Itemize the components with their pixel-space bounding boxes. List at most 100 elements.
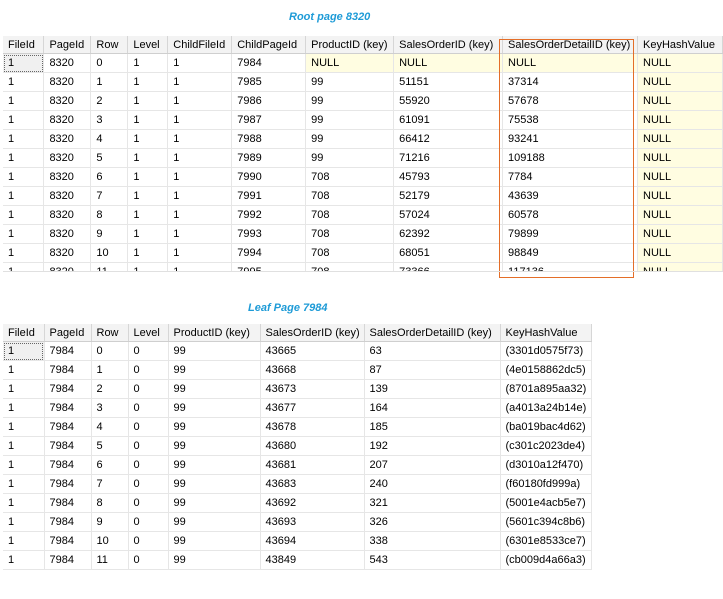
leaf-table-cell[interactable]: (d3010a12f470) — [500, 455, 592, 475]
leaf-table-cell[interactable]: 43849 — [260, 550, 365, 570]
leaf-table-cell[interactable]: 1 — [3, 531, 45, 551]
root-table-cell[interactable]: 99 — [305, 110, 395, 130]
root-table-cell[interactable]: NULL — [305, 53, 395, 73]
root-table-row[interactable]: 1 8320 0 1 1 7984 NULL NULL NULL NULL — [3, 53, 723, 73]
leaf-table-cell[interactable]: 1 — [3, 417, 45, 437]
root-table-cell[interactable]: 8320 — [43, 129, 92, 149]
root-table-cell[interactable]: 3 — [90, 110, 129, 130]
leaf-table-row[interactable]: 1 7984 5 0 99 43680 192 (c301c2023de4) — [3, 436, 592, 456]
leaf-table-cell[interactable]: 7 — [91, 474, 129, 494]
root-table-cell[interactable]: 1 — [3, 129, 45, 149]
leaf-table-cell[interactable]: 1 — [3, 493, 45, 513]
leaf-table-cell[interactable]: (ba019bac4d62) — [500, 417, 592, 437]
root-table-cell[interactable]: NULL — [637, 224, 723, 244]
leaf-table-cell[interactable]: 7984 — [44, 379, 92, 399]
root-table-cell[interactable]: NULL — [637, 205, 723, 225]
root-table-cell[interactable]: 1 — [3, 262, 45, 271]
root-results-grid[interactable]: FileId PageId Row Level ChildFileId ChildPage… — [3, 36, 723, 271]
leaf-table-cell[interactable]: 0 — [128, 360, 169, 380]
root-table-cell[interactable]: 8320 — [43, 262, 92, 271]
root-table-cell[interactable]: 1 — [90, 72, 129, 92]
root-table-cell[interactable]: 8320 — [43, 110, 92, 130]
root-table-cell[interactable]: NULL — [637, 72, 723, 92]
root-table-cell[interactable]: 1 — [3, 72, 45, 92]
root-table-cell[interactable]: 1 — [3, 167, 45, 187]
root-table-cell[interactable]: 7994 — [231, 243, 307, 263]
leaf-column-header[interactable]: Row — [91, 324, 129, 342]
root-table-cell[interactable]: 1 — [127, 205, 169, 225]
root-table-cell[interactable]: 99 — [305, 91, 395, 111]
leaf-table-row[interactable]: 1 7984 8 0 99 43692 321 (5001e4acb5e7) — [3, 493, 592, 513]
root-column-header[interactable]: ChildPageId — [231, 36, 307, 54]
leaf-table-cell[interactable]: 1 — [3, 341, 45, 361]
root-table-cell[interactable]: 1 — [167, 205, 233, 225]
leaf-table-cell[interactable]: (6301e8533ce7) — [500, 531, 592, 551]
leaf-results-grid[interactable]: FileId PageId Row Level ProductID (key) Sales… — [3, 324, 596, 576]
leaf-table-cell[interactable]: 3 — [91, 398, 129, 418]
root-table-cell[interactable]: NULL — [637, 262, 723, 271]
leaf-table-cell[interactable]: 43678 — [260, 417, 365, 437]
leaf-table-cell[interactable]: 99 — [168, 436, 261, 456]
root-table-cell[interactable]: 7784 — [502, 167, 638, 187]
root-table-cell[interactable]: NULL — [637, 110, 723, 130]
root-table-cell[interactable]: 1 — [3, 110, 45, 130]
leaf-table-cell[interactable]: 0 — [128, 341, 169, 361]
leaf-column-header[interactable]: Level — [128, 324, 169, 342]
root-table-cell[interactable]: 52179 — [393, 186, 504, 206]
root-table-cell[interactable]: 8320 — [43, 53, 92, 73]
root-table-cell[interactable]: 37314 — [502, 72, 638, 92]
root-table-cell[interactable]: 1 — [127, 72, 169, 92]
root-table-row[interactable]: 1 8320 2 1 1 7986 99 55920 57678 NULL — [3, 91, 723, 111]
root-table-cell[interactable]: 8320 — [43, 205, 92, 225]
leaf-table-cell[interactable]: 1 — [3, 455, 45, 475]
leaf-table-cell[interactable]: 8 — [91, 493, 129, 513]
leaf-table-cell[interactable]: 0 — [128, 493, 169, 513]
root-table-cell[interactable]: 1 — [167, 72, 233, 92]
leaf-table-row[interactable]: 1 7984 3 0 99 43677 164 (a4013a24b14e) — [3, 398, 592, 418]
root-table-cell[interactable]: 1 — [167, 53, 233, 73]
root-table-cell[interactable]: 8320 — [43, 72, 92, 92]
leaf-table-cell[interactable]: 321 — [364, 493, 501, 513]
root-table-row[interactable]: 1 8320 4 1 1 7988 99 66412 93241 NULL — [3, 129, 723, 149]
leaf-table-cell[interactable]: 7984 — [44, 436, 92, 456]
root-table-cell[interactable]: 7995 — [231, 262, 307, 271]
leaf-table-row[interactable]: 1 7984 1 0 99 43668 87 (4e0158862dc5) — [3, 360, 592, 380]
leaf-table-cell[interactable]: 192 — [364, 436, 501, 456]
leaf-table-cell[interactable]: 43673 — [260, 379, 365, 399]
leaf-table-cell[interactable]: 63 — [364, 341, 501, 361]
leaf-table-row[interactable]: 1 7984 7 0 99 43683 240 (f60180fd999a) — [3, 474, 592, 494]
leaf-table-cell[interactable]: 4 — [91, 417, 129, 437]
root-table-cell[interactable]: 55920 — [393, 91, 504, 111]
root-column-header[interactable]: PageId — [43, 36, 92, 54]
leaf-table-cell[interactable]: 0 — [128, 398, 169, 418]
root-table-cell[interactable]: 2 — [90, 91, 129, 111]
root-column-header[interactable]: KeyHashValue — [637, 36, 723, 54]
root-table-cell[interactable]: 708 — [305, 186, 395, 206]
leaf-table-cell[interactable]: 0 — [128, 436, 169, 456]
root-table-cell[interactable]: 99 — [305, 148, 395, 168]
root-table-row[interactable]: 1 8320 3 1 1 7987 99 61091 75538 NULL — [3, 110, 723, 130]
root-table-cell[interactable]: 1 — [127, 167, 169, 187]
root-table-cell[interactable]: 7990 — [231, 167, 307, 187]
leaf-table-cell[interactable]: (5601c394c8b6) — [500, 512, 592, 532]
leaf-table-cell[interactable]: 0 — [128, 531, 169, 551]
root-table-cell[interactable]: 1 — [167, 262, 233, 271]
root-table-cell[interactable]: 1 — [127, 148, 169, 168]
leaf-table-cell[interactable]: 43677 — [260, 398, 365, 418]
leaf-table-cell[interactable]: 1 — [3, 550, 45, 570]
leaf-table-cell[interactable]: 7984 — [44, 455, 92, 475]
leaf-table-cell[interactable]: 99 — [168, 474, 261, 494]
root-column-header[interactable]: ChildFileId — [167, 36, 233, 54]
leaf-column-header[interactable]: SalesOrderID (key) — [260, 324, 365, 342]
root-table-cell[interactable]: 7989 — [231, 148, 307, 168]
root-table-cell[interactable]: 93241 — [502, 129, 638, 149]
root-table-cell[interactable]: 10 — [90, 243, 129, 263]
root-table-row[interactable]: 1 8320 6 1 1 7990 708 45793 7784 NULL — [3, 167, 723, 187]
root-table-cell[interactable]: 708 — [305, 167, 395, 187]
root-column-header[interactable]: SalesOrderID (key) — [393, 36, 504, 54]
root-table-cell[interactable]: 11 — [90, 262, 129, 271]
leaf-table-cell[interactable]: 1 — [3, 436, 45, 456]
leaf-table-cell[interactable]: 1 — [3, 379, 45, 399]
leaf-table-row[interactable]: 1 7984 11 0 99 43849 543 (cb009d4a66a3) — [3, 550, 592, 570]
root-table-cell[interactable]: 1 — [167, 243, 233, 263]
